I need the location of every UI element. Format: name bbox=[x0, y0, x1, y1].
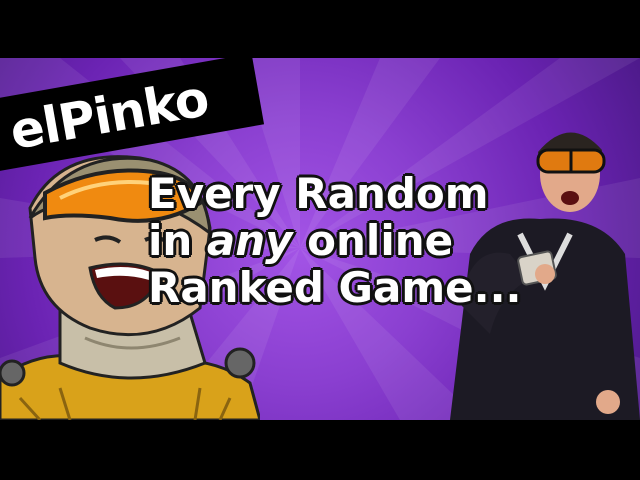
caption-line-2-suffix: online bbox=[292, 216, 454, 265]
video-frame: elPinko Every Random in any online Ranke… bbox=[0, 0, 640, 480]
caption-line-2: in any online bbox=[148, 217, 518, 264]
caption-line-1: Every Random bbox=[148, 169, 489, 218]
caption-line-3: Ranked Game... bbox=[148, 263, 522, 312]
video-title-caption: Every Random in any online Ranked Game..… bbox=[148, 169, 522, 312]
caption-line-2-prefix: in bbox=[148, 216, 207, 265]
thumbnail-scene: elPinko Every Random in any online Ranke… bbox=[0, 58, 640, 420]
caption-line-2-emphasis: any bbox=[206, 216, 293, 265]
